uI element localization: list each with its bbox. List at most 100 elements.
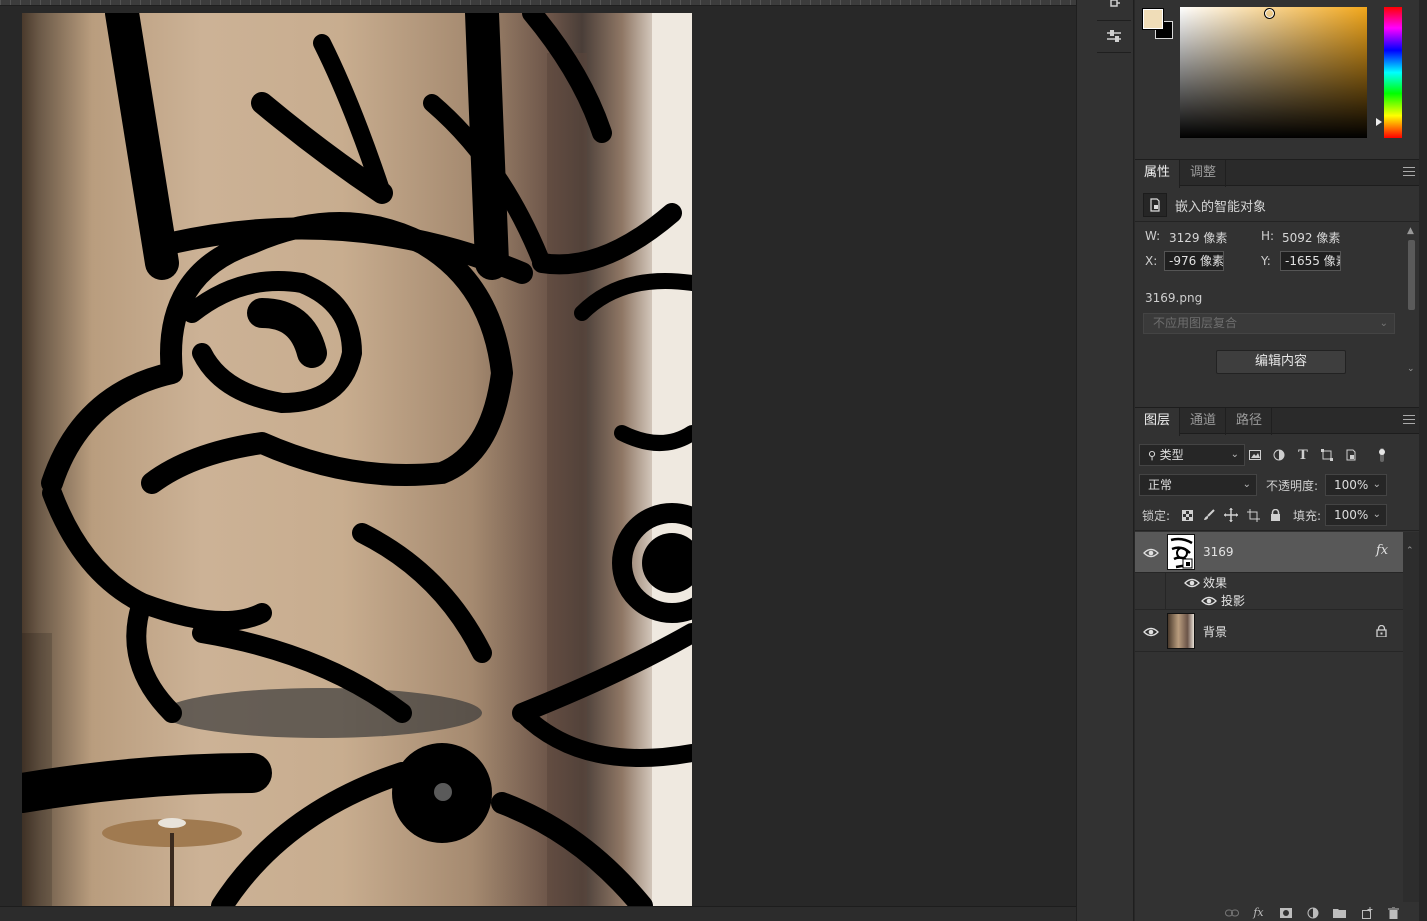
properties-scroll-thumb[interactable] — [1408, 240, 1415, 310]
group-icon[interactable] — [1326, 904, 1353, 921]
chevron-down-icon: ⌄ — [1379, 318, 1388, 329]
layer-row-3169[interactable]: 3169 fx — [1135, 532, 1403, 573]
search-icon: ⚲ — [1148, 449, 1160, 462]
type-filter-icon[interactable]: T — [1295, 447, 1311, 463]
drop-shadow-visibility-eye-icon[interactable] — [1201, 595, 1217, 607]
layers-panel-menu-icon[interactable] — [1403, 415, 1415, 425]
hue-slider-marker[interactable] — [1376, 118, 1382, 126]
lock-position-icon[interactable] — [1223, 507, 1239, 523]
properties-scrollbar[interactable]: ▲ ⌄ — [1406, 226, 1417, 378]
hue-slider[interactable] — [1384, 7, 1402, 138]
tab-channels[interactable]: 通道 — [1181, 408, 1227, 435]
fx-icon[interactable]: fx — [1245, 904, 1272, 921]
canvas-artwork — [22, 13, 692, 906]
opacity-value: 100% — [1334, 478, 1369, 492]
tab-layers[interactable]: 图层 — [1135, 408, 1181, 436]
properties-panel-header: 属性 调整 — [1135, 159, 1419, 188]
tab-paths[interactable]: 路径 — [1227, 408, 1273, 435]
chevron-down-icon: ⌄ — [1230, 449, 1239, 460]
canvas[interactable] — [22, 13, 692, 906]
x-position-input[interactable]: -976 像素 — [1164, 251, 1224, 271]
fill-label: 填充: — [1293, 509, 1322, 523]
teacup — [158, 818, 186, 828]
shape-filter-icon[interactable] — [1319, 447, 1335, 463]
curtain — [547, 53, 587, 906]
blend-mode-select[interactable]: 正常 ⌄ — [1139, 474, 1257, 496]
layers-footer-toolbar: fx — [1135, 904, 1419, 921]
color-saturation-value-field[interactable] — [1180, 7, 1367, 138]
opacity-input[interactable]: 100% ⌄ — [1325, 474, 1387, 496]
layer-name-3169[interactable]: 3169 — [1203, 545, 1234, 559]
fx-icon[interactable]: fx — [1376, 543, 1388, 558]
layers-scrollbar[interactable]: ⌃ — [1403, 532, 1419, 902]
horizontal-ruler[interactable] — [0, 0, 1076, 6]
edit-contents-button[interactable]: 编辑内容 — [1216, 350, 1346, 374]
adjust-sliders-icon[interactable] — [1097, 22, 1131, 50]
scroll-down-icon[interactable]: ⌄ — [1407, 364, 1415, 374]
new-layer-icon[interactable] — [1353, 904, 1380, 921]
fill-input[interactable]: 100% ⌄ — [1325, 504, 1387, 526]
lock-paint-icon[interactable] — [1201, 507, 1217, 523]
layer-thumbnail-3169[interactable] — [1167, 534, 1195, 570]
width-value[interactable]: 3129 像素 — [1169, 229, 1227, 246]
visibility-eye-icon[interactable] — [1143, 547, 1159, 559]
lock-all-icon[interactable] — [1267, 507, 1283, 523]
scroll-up-icon[interactable]: ⌃ — [1406, 546, 1414, 556]
layer-filter-kind-select[interactable]: ⚲ 类型 ⌄ — [1139, 444, 1245, 466]
pattern-thumbnail — [1170, 537, 1193, 569]
properties-panel-menu-icon[interactable] — [1403, 167, 1415, 177]
image-filter-icon[interactable] — [1247, 447, 1263, 463]
poppy-center — [642, 533, 692, 593]
photoshop-window: 属性 调整 嵌入的智能对象 W: 3129 像素 H: 5092 像素 X: -… — [0, 0, 1427, 921]
link-icon[interactable] — [1218, 904, 1245, 921]
history-icon[interactable] — [1097, 0, 1131, 20]
object-type-label: 嵌入的智能对象 — [1175, 199, 1267, 215]
layer-effects-group: 效果 投影 — [1135, 573, 1403, 610]
layer-filter-kind-label: 类型 — [1159, 448, 1184, 462]
effects-label[interactable]: 效果 — [1203, 574, 1227, 591]
chevron-down-icon: ⌄ — [1372, 509, 1381, 520]
visibility-eye-icon[interactable] — [1143, 626, 1159, 638]
width-label: W: — [1145, 229, 1161, 243]
opacity-label: 不透明度: — [1266, 479, 1319, 493]
lily-dot — [434, 783, 452, 801]
height-label: H: — [1261, 229, 1275, 243]
chair-back — [162, 688, 482, 738]
blend-mode-label: 正常 — [1148, 478, 1173, 492]
adjustment-icon[interactable] — [1299, 904, 1326, 921]
height-value[interactable]: 5092 像素 — [1282, 229, 1340, 246]
x-label: X: — [1145, 254, 1158, 268]
window-light — [652, 13, 692, 906]
effect-drop-shadow[interactable]: 投影 — [1221, 592, 1245, 609]
tab-adjustments[interactable]: 调整 — [1181, 160, 1227, 187]
foreground-color-swatch[interactable] — [1142, 8, 1164, 30]
linked-filename: 3169.png — [1145, 291, 1203, 305]
lock-artboard-icon[interactable] — [1245, 507, 1261, 523]
color-panel — [1135, 0, 1427, 156]
right-panels: 属性 调整 嵌入的智能对象 W: 3129 像素 H: 5092 像素 X: -… — [1135, 0, 1427, 921]
scroll-up-icon[interactable]: ▲ — [1407, 226, 1414, 236]
filter-toggle-icon[interactable] — [1374, 447, 1390, 463]
lock-label: 锁定: — [1142, 509, 1171, 523]
layer-thumbnail-background[interactable] — [1167, 613, 1195, 649]
layer-comp-select-label: 不应用图层复合 — [1153, 316, 1238, 330]
chevron-down-icon: ⌄ — [1372, 479, 1381, 490]
trash-icon[interactable] — [1380, 904, 1407, 921]
object-type-row: 嵌入的智能对象 — [1143, 193, 1266, 217]
document-area[interactable] — [0, 0, 1076, 921]
smartobject-filter-icon[interactable] — [1343, 447, 1359, 463]
effects-visibility-eye-icon[interactable] — [1184, 577, 1200, 589]
tab-properties[interactable]: 属性 — [1135, 160, 1181, 188]
layer-comp-select[interactable]: 不应用图层复合 ⌄ — [1143, 313, 1395, 334]
smart-object-icon — [1143, 193, 1167, 217]
panel-dock-strip — [1076, 0, 1134, 921]
lock-transparent-icon[interactable] — [1179, 507, 1195, 523]
layer-lock-icon[interactable] — [1376, 625, 1387, 637]
layer-name-background[interactable]: 背景 — [1203, 623, 1227, 640]
fg-bg-swatches — [1142, 8, 1175, 41]
y-position-input[interactable]: -1655 像素 — [1280, 251, 1341, 271]
layer-row-background[interactable]: 背景 — [1135, 611, 1403, 652]
mask-icon[interactable] — [1272, 904, 1299, 921]
color-picker-cursor[interactable] — [1264, 8, 1275, 19]
adjustment-filter-icon[interactable] — [1271, 447, 1287, 463]
